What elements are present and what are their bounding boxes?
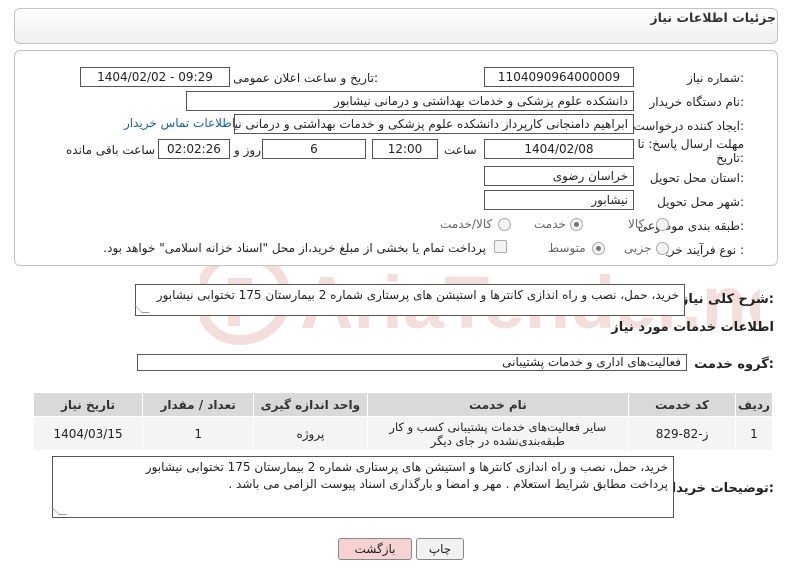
services-title: اطلاعات خدمات مورد نیاز (611, 320, 774, 335)
category-option-goods-service: کالا/خدمت (440, 217, 493, 231)
summary-textarea[interactable]: خرید، حمل، نصب و راه اندازی کانترها و اس… (134, 284, 685, 316)
buyer-notes-label: توضیحات خریدار: (664, 481, 774, 496)
province-label: استان محل تحویل: (649, 171, 744, 185)
buyer-notes-line2: پرداخت مطابق شرایط استعلام . مهر و امضا … (228, 477, 668, 491)
cell-unit: پروژه (253, 416, 368, 451)
deadline-label-date: تاریخ: (716, 151, 744, 165)
col-index: ردیف (734, 392, 774, 417)
process-option-medium: متوسط (548, 241, 586, 255)
announce-field[interactable]: 1404/02/02 - 09:29 (80, 67, 230, 87)
buyer-org-field[interactable]: دانشکده علوم پزشکی و خدمات بهداشتی و درم… (186, 91, 634, 111)
process-radio-medium[interactable] (592, 242, 605, 255)
announce-label: تاریخ و ساعت اعلان عمومی: (233, 71, 378, 85)
time-label: ساعت (444, 143, 477, 157)
resize-grip-icon[interactable] (134, 305, 150, 313)
cell-name: سایر فعالیت‌های خدمات پشتیبانی کسب و کار… (366, 416, 630, 451)
category-radio-goods[interactable] (656, 218, 669, 231)
need-number-field[interactable]: 1104090964000009 (484, 67, 634, 87)
cell-date: 1404/03/15 (32, 416, 144, 451)
services-table: ردیف کد خدمت نام خدمت واحد اندازه گیری ت… (32, 392, 774, 451)
days-label: روز و (234, 143, 261, 157)
creator-field[interactable]: ابراهیم دامنجانی کارپرداز دانشکده علوم پ… (234, 114, 634, 134)
col-quantity: تعداد / مقدار (142, 392, 255, 417)
category-option-service: خدمت (534, 217, 566, 231)
back-button[interactable]: بازگشت (338, 538, 412, 560)
category-option-goods: کالا (628, 217, 645, 231)
category-label: طبقه بندی موضوعی: (637, 219, 744, 233)
col-date: تاریخ نیاز (32, 392, 144, 417)
page-title: جزئیات اطلاعات نیاز (650, 10, 776, 25)
payment-note: پرداخت تمام یا بخشی از مبلغ خرید،از محل … (103, 241, 486, 255)
need-number-label: شماره نیاز: (686, 71, 744, 85)
remaining-label: ساعت باقی مانده (66, 143, 156, 157)
table-row[interactable]: 1 ز-82-829 سایر فعالیت‌های خدمات پشتیبان… (32, 416, 774, 451)
process-option-minor: جزیی (624, 241, 652, 255)
cell-quantity: 1 (142, 416, 255, 451)
city-label: شهر محل تحویل: (657, 195, 744, 209)
print-button[interactable]: چاپ (416, 538, 464, 560)
resize-grip-icon[interactable] (51, 507, 67, 515)
buyer-notes-line1: خرید، حمل، نصب و راه اندازی کانترها و اس… (145, 460, 668, 474)
treasury-payment-checkbox[interactable] (494, 240, 507, 253)
buyer-notes-textarea[interactable]: خرید، حمل، نصب و راه اندازی کانترها و اس… (51, 456, 674, 518)
province-field[interactable]: خراسان رضوی (484, 166, 634, 186)
summary-text: خرید، حمل، نصب و راه اندازی کانترها و اس… (156, 288, 679, 302)
category-radio-service[interactable] (570, 218, 583, 231)
city-field[interactable]: نیشابور (484, 190, 634, 210)
remaining-time-field[interactable]: 02:02:26 (158, 139, 230, 159)
process-label: نوع فرآیند خرید : (659, 243, 744, 257)
process-radio-minor[interactable] (656, 242, 669, 255)
category-radio-goods-service[interactable] (498, 218, 511, 231)
cell-code: ز-82-829 (628, 416, 736, 451)
summary-label: شرح کلی نیاز: (680, 292, 774, 307)
service-group-field[interactable]: فعالیت‌های اداری و خدمات پشتیبانی (137, 354, 687, 371)
deadline-label: مهلت ارسال پاسخ: تا (637, 137, 744, 151)
deadline-date-field[interactable]: 1404/02/08 (484, 139, 634, 159)
deadline-time-field[interactable]: 12:00 (372, 139, 438, 159)
table-header-row: ردیف کد خدمت نام خدمت واحد اندازه گیری ت… (32, 392, 774, 417)
col-unit: واحد اندازه گیری (253, 392, 368, 417)
service-group-label: گروه خدمت: (694, 357, 774, 372)
col-code: کد خدمت (628, 392, 736, 417)
buyer-org-label: نام دستگاه خریدار: (649, 95, 745, 109)
cell-index: 1 (734, 416, 774, 451)
col-name: نام خدمت (366, 392, 630, 417)
days-field[interactable]: 6 (262, 139, 366, 159)
contact-info-link[interactable]: اطلاعات تماس خریدار (124, 116, 235, 130)
creator-label: ایجاد کننده درخواست: (633, 119, 744, 133)
